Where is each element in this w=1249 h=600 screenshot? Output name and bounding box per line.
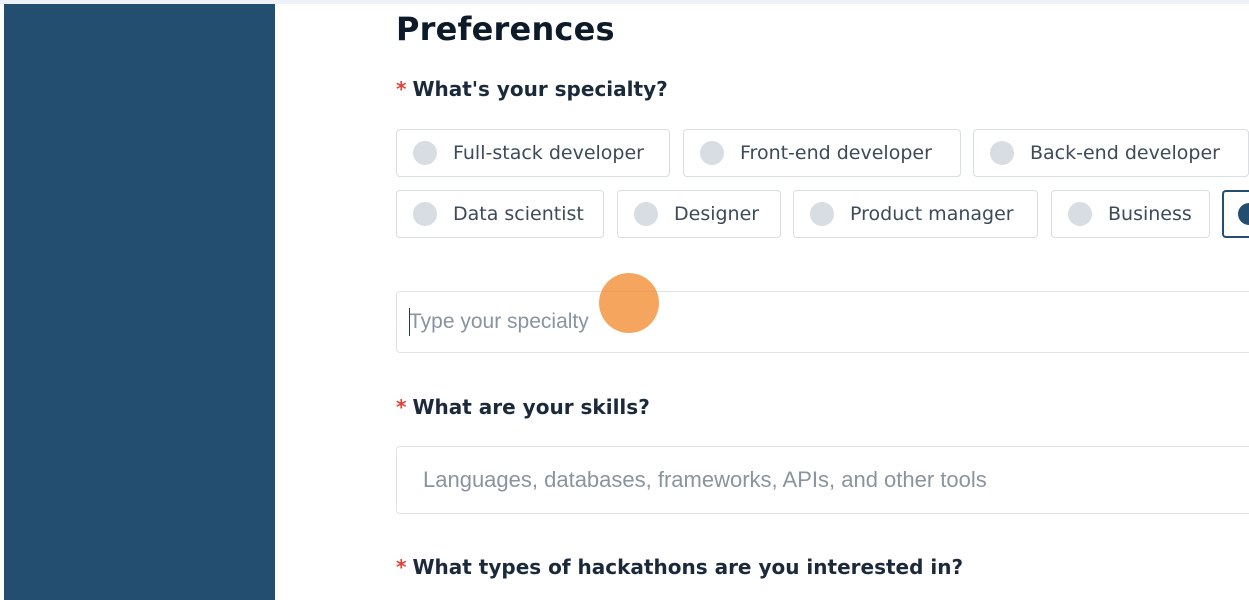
option-label: Data scientist xyxy=(453,203,584,225)
required-mark: * xyxy=(396,395,407,419)
selected-radio-icon xyxy=(1238,203,1249,225)
option-label: Full-stack developer xyxy=(453,142,644,164)
skills-question-label: What are your skills? xyxy=(412,395,650,419)
text-cursor xyxy=(409,308,410,336)
specialty-option-selected[interactable] xyxy=(1222,190,1249,238)
specialty-option-business[interactable]: Business xyxy=(1051,190,1210,238)
radio-icon xyxy=(413,202,437,226)
option-label: Back-end developer xyxy=(1030,142,1220,164)
radio-icon xyxy=(990,141,1014,165)
specialty-question: * What's your specialty? xyxy=(396,77,668,101)
required-mark: * xyxy=(396,77,407,101)
preferences-form: Preferences * What's your specialty? Full… xyxy=(275,4,1249,600)
specialty-option-front-end-developer[interactable]: Front-end developer xyxy=(683,129,961,177)
radio-icon xyxy=(413,141,437,165)
option-label: Front-end developer xyxy=(740,142,932,164)
specialty-option-designer[interactable]: Designer xyxy=(617,190,781,238)
required-mark: * xyxy=(396,555,407,579)
radio-icon xyxy=(700,141,724,165)
radio-icon xyxy=(1068,202,1092,226)
skills-input[interactable] xyxy=(396,446,1249,514)
hackathons-question: * What types of hackathons are you intere… xyxy=(396,555,963,579)
page-title: Preferences xyxy=(396,10,615,48)
option-label: Business xyxy=(1108,203,1192,225)
specialty-question-label: What's your specialty? xyxy=(412,77,668,101)
radio-icon xyxy=(810,202,834,226)
hackathons-question-label: What types of hackathons are you interes… xyxy=(412,555,964,579)
specialty-input[interactable] xyxy=(396,291,1249,353)
skills-question: * What are your skills? xyxy=(396,395,650,419)
option-label: Product manager xyxy=(850,203,1014,225)
specialty-option-full-stack-developer[interactable]: Full-stack developer xyxy=(396,129,670,177)
radio-icon xyxy=(634,202,658,226)
specialty-option-product-manager[interactable]: Product manager xyxy=(793,190,1038,238)
specialty-option-data-scientist[interactable]: Data scientist xyxy=(396,190,604,238)
specialty-option-back-end-developer[interactable]: Back-end developer xyxy=(973,129,1249,177)
option-label: Designer xyxy=(674,203,760,225)
sidebar xyxy=(4,4,275,600)
page-frame: Preferences * What's your specialty? Full… xyxy=(0,0,1249,600)
